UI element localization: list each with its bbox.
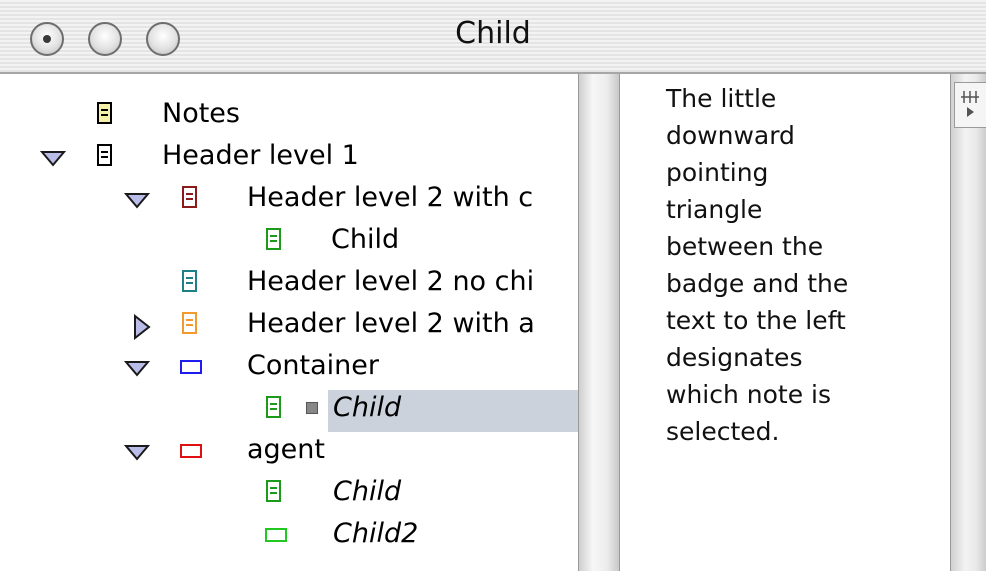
outline-row-label: Child (331, 224, 400, 255)
outline-row-label: Child2 (333, 518, 419, 549)
page-badge-icon (266, 396, 281, 418)
outline-view[interactable]: Notes Header level 1 Header level 2 with… (0, 74, 578, 571)
page-badge-icon (97, 144, 112, 166)
note-badge-icon (97, 102, 112, 124)
outline-row-agent[interactable]: agent (0, 432, 578, 474)
disclosure-expanded-icon[interactable] (124, 188, 150, 210)
disclosure-collapsed-icon[interactable] (130, 314, 152, 340)
outline-row-label: Notes (162, 98, 240, 129)
window-title: Child (455, 16, 531, 51)
outline-row-agent-child2[interactable]: Child2 (0, 516, 578, 558)
page-badge-icon (182, 312, 197, 334)
disclosure-expanded-icon[interactable] (124, 356, 150, 378)
outline-row-label: Header level 2 with a (247, 308, 535, 339)
disclosure-expanded-icon[interactable] (124, 440, 150, 462)
note-text-body: The little downward pointing triangle be… (666, 84, 849, 446)
container-badge-icon (180, 360, 202, 374)
page-badge-icon (266, 480, 281, 502)
container-badge-icon (265, 528, 287, 542)
outline-row-label: Container (247, 350, 379, 381)
outline-row-child-selected[interactable]: Child (0, 390, 578, 432)
outline-row-label: Header level 2 with c (247, 182, 534, 213)
ruler-icon (961, 91, 979, 117)
outline-splitter[interactable] (578, 74, 620, 571)
selected-note-marker-icon (306, 402, 318, 414)
outline-row-agent-child[interactable]: Child (0, 474, 578, 516)
outline-row-label: Header level 2 no chi (247, 266, 535, 297)
outline-row-notes[interactable]: Notes (0, 96, 578, 138)
outline-row-header-2-with-a[interactable]: Header level 2 with a (0, 306, 578, 348)
outline-row-label: agent (247, 434, 325, 465)
note-text-pane[interactable]: The little downward pointing triangle be… (620, 74, 950, 571)
ruler-toggle-button[interactable] (954, 82, 986, 128)
outline-row-label: Child (333, 476, 402, 507)
outline-row-header-2-no-children[interactable]: Header level 2 no chi (0, 264, 578, 306)
outline-row-header-level-1[interactable]: Header level 1 (0, 138, 578, 180)
outline-row-child[interactable]: Child (0, 222, 578, 264)
title-bar[interactable]: Child (0, 0, 986, 74)
page-badge-icon (182, 270, 197, 292)
outline-row-label: Header level 1 (162, 140, 359, 171)
text-scrollbar[interactable] (950, 74, 986, 571)
page-badge-icon (266, 228, 281, 250)
disclosure-expanded-icon[interactable] (40, 146, 66, 168)
outline-row-header-2-with-children[interactable]: Header level 2 with c (0, 180, 578, 222)
outline-row-container[interactable]: Container (0, 348, 578, 390)
page-badge-icon (182, 186, 197, 208)
outline-row-label: Child (333, 392, 402, 423)
agent-badge-icon (180, 444, 202, 458)
